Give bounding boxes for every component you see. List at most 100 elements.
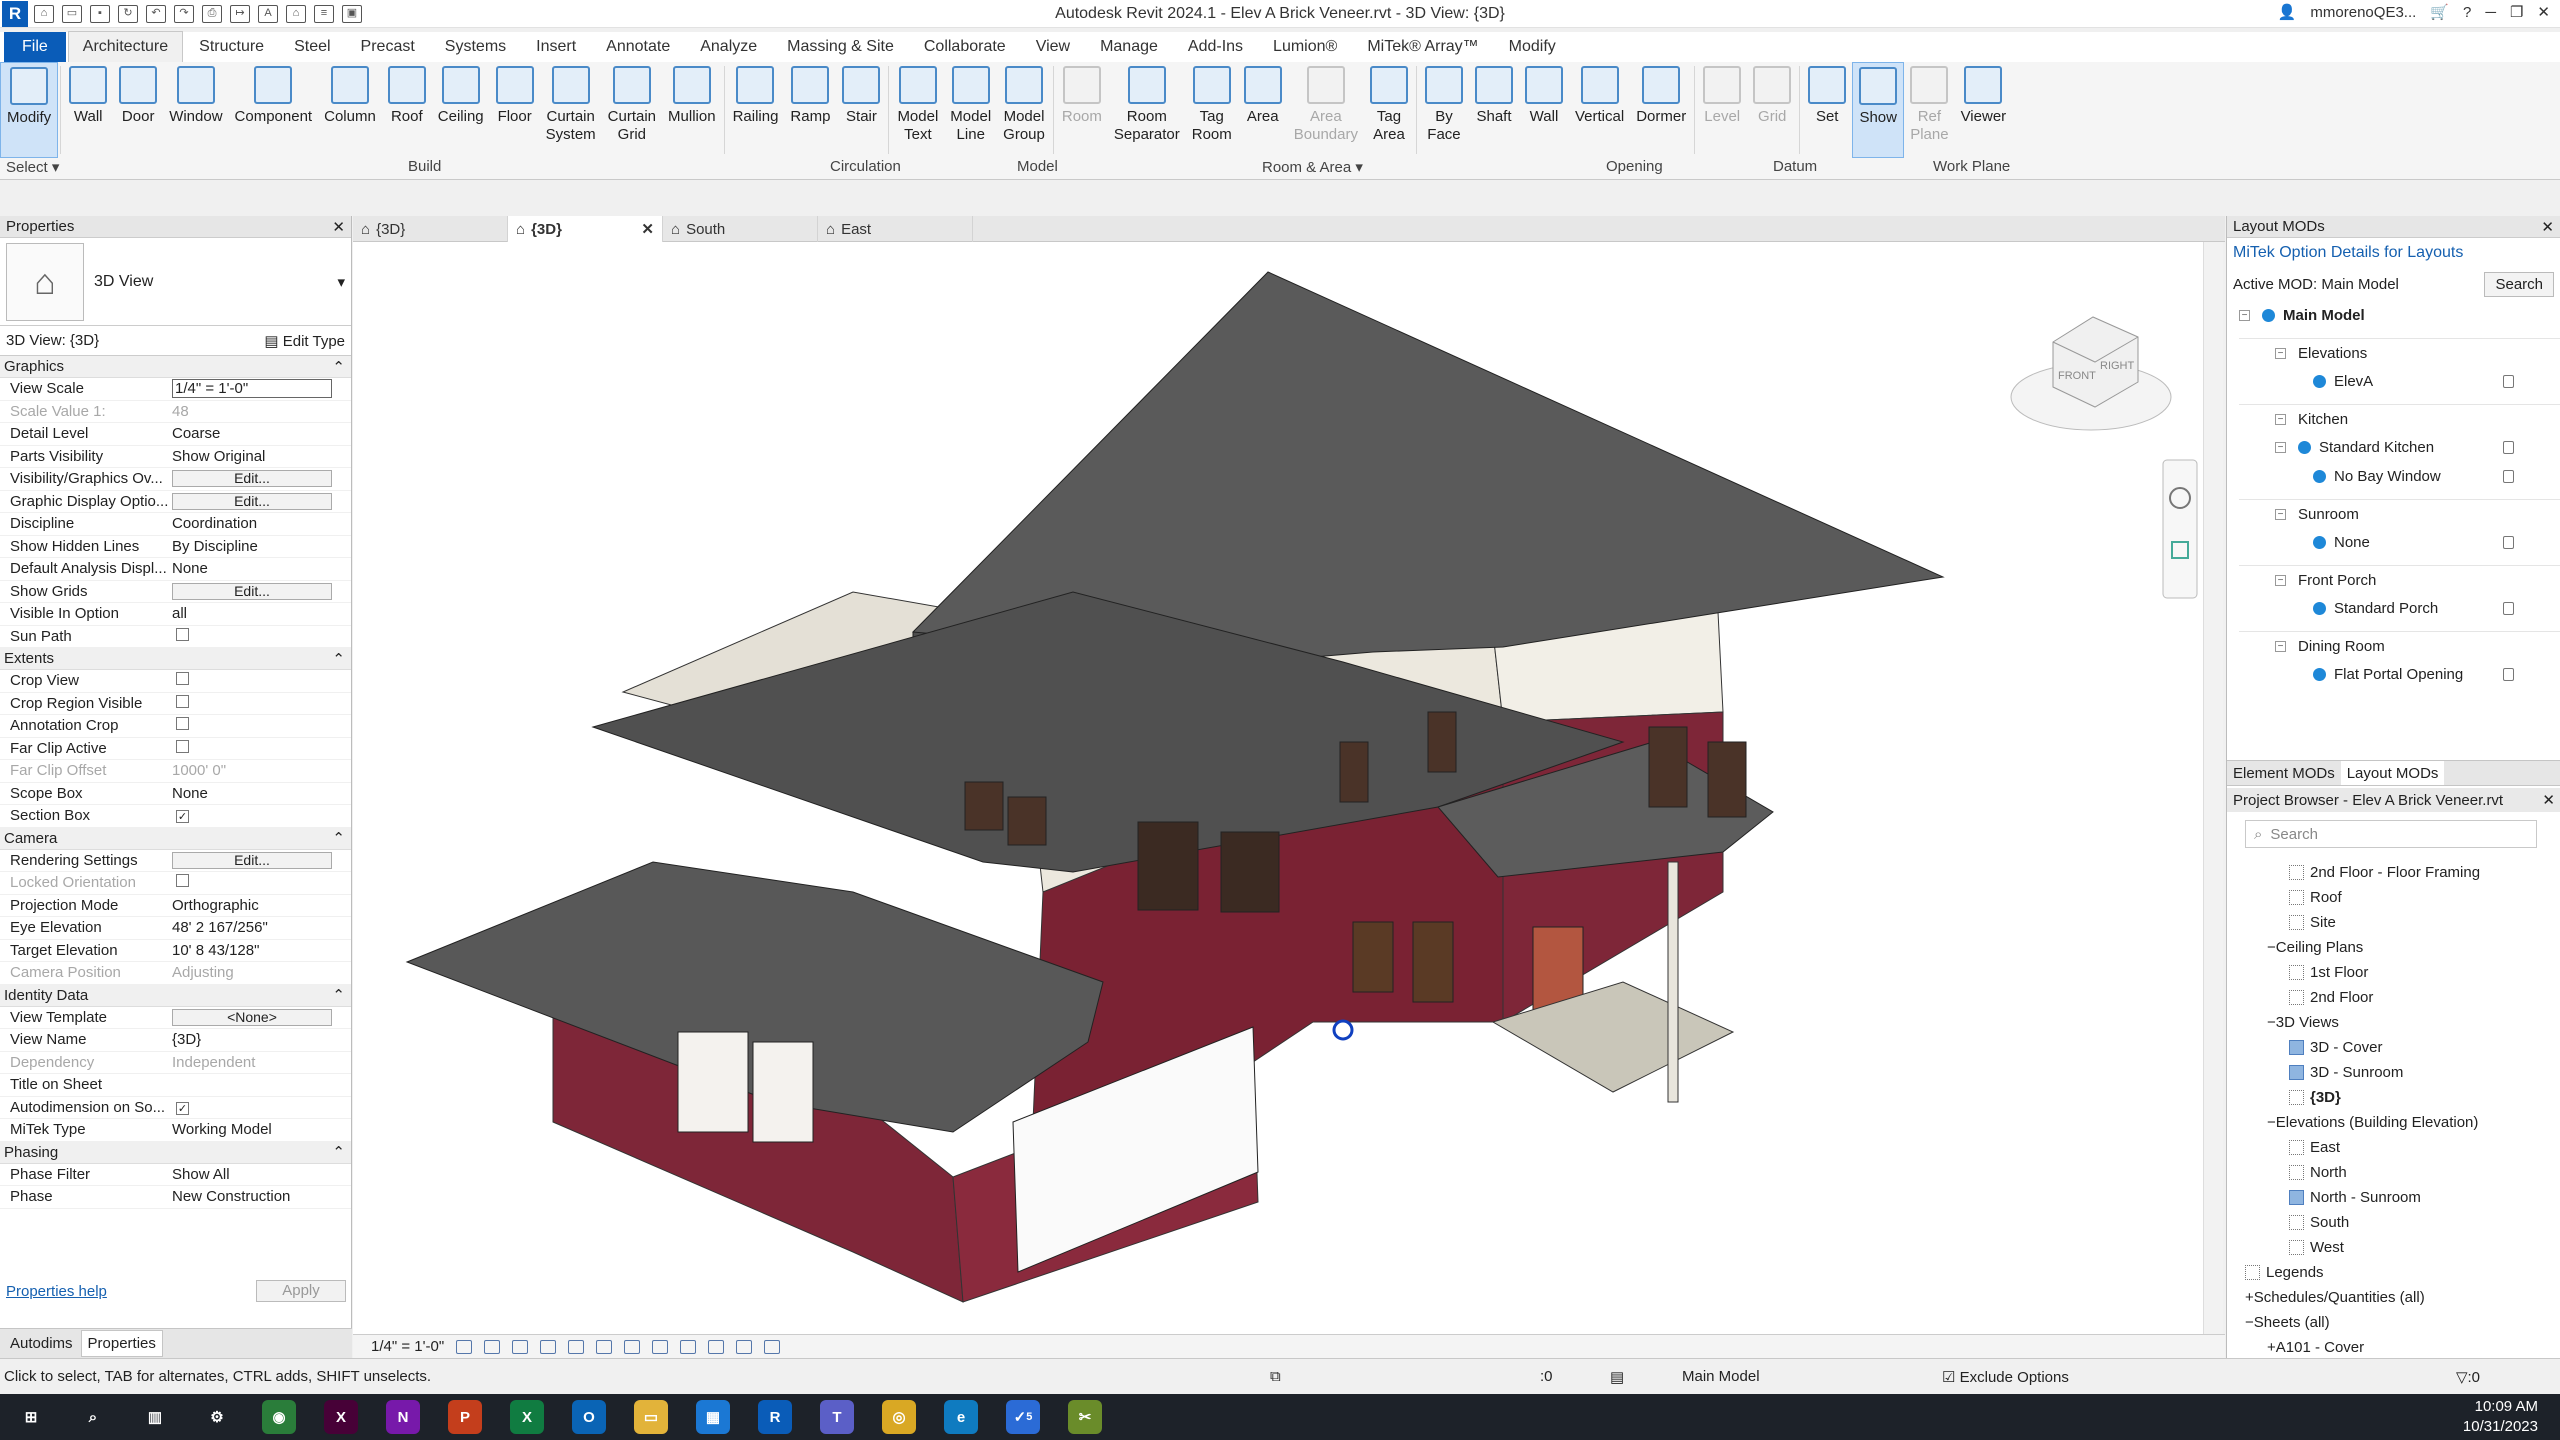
tab-collaborate[interactable]: Collaborate [910, 32, 1020, 62]
mod-root[interactable]: − Main Model [2239, 301, 2560, 330]
browser-item-3d-sunroom[interactable]: 3D - Sunroom [2227, 1060, 2560, 1085]
undo-icon[interactable]: ↶ [146, 4, 166, 23]
browser-item-west[interactable]: West [2227, 1235, 2560, 1260]
tool-railing[interactable]: Railing [727, 62, 785, 158]
mod-group-front-porch[interactable]: − Front Porch [2239, 565, 2560, 594]
revit-logo-icon[interactable]: R [2, 0, 28, 27]
tool-area[interactable]: Area [1238, 62, 1288, 158]
checkbox[interactable] [176, 694, 189, 708]
revit-taskbar-icon[interactable]: R [758, 1400, 792, 1434]
close-icon[interactable]: ✕ [2537, 3, 2550, 21]
xd-icon[interactable]: X [324, 1400, 358, 1434]
property-value[interactable]: Coordination [170, 515, 351, 532]
collapse-icon[interactable]: − [2245, 1314, 2254, 1331]
mod-option-none[interactable]: None [2239, 528, 2560, 557]
search-button[interactable]: Search [2484, 272, 2554, 297]
collapse-icon[interactable]: − [2275, 508, 2286, 520]
mod-option-flat-portal-opening[interactable]: Flat Portal Opening [2239, 660, 2560, 689]
tab-modify[interactable]: Modify [1495, 32, 1570, 62]
collapse-icon[interactable]: − [2275, 442, 2286, 453]
collapse-icon[interactable]: − [2239, 310, 2250, 321]
view-tab-3d[interactable]: ⌂ {3D} ✕ [508, 216, 663, 242]
survey-point-icon[interactable] [1332, 1019, 1354, 1041]
tool-model-group[interactable]: Model Group [997, 62, 1051, 158]
property-value[interactable] [170, 672, 351, 689]
tab-annotate[interactable]: Annotate [592, 32, 684, 62]
collapse-icon[interactable]: − [2267, 1114, 2276, 1131]
edit-type-button[interactable]: ▤ Edit Type [264, 332, 345, 350]
close-icon[interactable]: ✕ [332, 218, 345, 236]
highlight-displacement-icon[interactable] [764, 1339, 781, 1354]
store-icon[interactable]: ▦ [696, 1400, 730, 1434]
property-value[interactable]: {3D} [170, 1031, 351, 1048]
tool-wall[interactable]: Wall [1519, 62, 1569, 158]
tool-viewer[interactable]: Viewer [1955, 62, 2013, 158]
browser-item-3d[interactable]: {3D} [2227, 1085, 2560, 1110]
task-view-icon[interactable]: ▥ [138, 1400, 172, 1434]
checkbox[interactable]: ✓ [176, 1101, 189, 1115]
close-icon[interactable]: ✕ [641, 220, 654, 238]
collapse-icon[interactable]: ⌃ [332, 986, 345, 1004]
tool-tag-room[interactable]: Tag Room [1186, 62, 1238, 158]
property-value[interactable] [170, 717, 351, 734]
tool-wall[interactable]: Wall [63, 62, 113, 158]
property-value[interactable]: Show Original [170, 448, 351, 465]
thin-lines-icon[interactable]: ≡ [314, 4, 334, 23]
lock-icon[interactable] [2503, 602, 2514, 615]
tab-layout-mods[interactable]: Layout MODs [2340, 761, 2445, 785]
edge-icon[interactable]: e [944, 1400, 978, 1434]
property-value[interactable]: 1/4" = 1'-0" [170, 379, 351, 399]
switch-windows-icon[interactable]: ▣ [342, 4, 362, 23]
browser-item-legends[interactable]: Legends [2227, 1260, 2560, 1285]
filter-count[interactable]: ▽:0 [2456, 1368, 2560, 1386]
property-value[interactable]: <None> [170, 1008, 351, 1026]
windows-start-icon[interactable]: ⊞ [14, 1400, 48, 1434]
settings-icon[interactable]: ⚙ [200, 1400, 234, 1434]
group-extents[interactable]: Extents ⌃ [0, 648, 351, 670]
tool-curtain-system[interactable]: Curtain System [540, 62, 602, 158]
home-icon[interactable]: ⌂ [34, 4, 54, 23]
edit-button[interactable]: Edit... [172, 492, 332, 510]
system-clock[interactable]: 10:09 AM 10/31/2023 [2463, 1397, 2538, 1437]
sun-path-icon[interactable] [512, 1339, 529, 1354]
lock-icon[interactable] [2503, 375, 2514, 388]
property-value[interactable]: New Construction [170, 1188, 351, 1205]
file-explorer-icon[interactable]: ▭ [634, 1400, 668, 1434]
browser-item-schedules-quantities-all[interactable]: + Schedules/Quantities (all) [2227, 1285, 2560, 1310]
tool-by-face[interactable]: By Face [1419, 62, 1469, 158]
property-value[interactable]: Coarse [170, 425, 351, 442]
workset-icon[interactable]: ▤ [1610, 1368, 1682, 1386]
tab-steel[interactable]: Steel [280, 32, 344, 62]
tool-window[interactable]: Window [163, 62, 228, 158]
rendering-icon[interactable] [568, 1339, 585, 1354]
tool-ramp[interactable]: Ramp [784, 62, 836, 158]
property-value[interactable]: By Discipline [170, 538, 351, 555]
mod-option-standard-porch[interactable]: Standard Porch [2239, 594, 2560, 623]
tool-column[interactable]: Column [318, 62, 382, 158]
browser-item-1st-floor[interactable]: 1st Floor [2227, 960, 2560, 985]
property-input[interactable]: 1/4" = 1'-0" [172, 379, 332, 399]
snipping-icon[interactable]: ✂ [1068, 1400, 1102, 1434]
tab-mitek-array[interactable]: MiTek® Array™ [1353, 32, 1492, 62]
property-value[interactable]: ✓ [170, 807, 351, 824]
browser-item-north[interactable]: North [2227, 1160, 2560, 1185]
collapse-icon[interactable]: − [2267, 939, 2276, 956]
panel-room-area[interactable]: Room & Area ▾ [1262, 158, 1363, 176]
view-vertical-scrollbar[interactable] [2203, 242, 2223, 1334]
collapse-icon[interactable]: − [2275, 640, 2286, 652]
detail-level-icon[interactable] [456, 1339, 473, 1354]
measure-icon[interactable]: ↦ [230, 4, 250, 23]
tab-file[interactable]: File [4, 32, 66, 62]
browser-item-east[interactable]: East [2227, 1135, 2560, 1160]
expand-icon[interactable]: + [2245, 1289, 2254, 1306]
lock-icon[interactable] [2503, 668, 2514, 681]
type-selector[interactable]: ⌂ 3D View ▾ [0, 238, 351, 326]
view-tab-south[interactable]: ⌂ South [663, 216, 818, 242]
powerpoint-icon[interactable]: P [448, 1400, 482, 1434]
panel-select[interactable]: Select ▾ [6, 158, 59, 176]
search-icon[interactable]: ⌕ [76, 1400, 110, 1434]
temporary-hide-icon[interactable] [680, 1339, 697, 1354]
mod-option-no-bay-window[interactable]: No Bay Window [2239, 462, 2560, 491]
tool-ceiling[interactable]: Ceiling [432, 62, 490, 158]
open-icon[interactable]: ▭ [62, 4, 82, 23]
